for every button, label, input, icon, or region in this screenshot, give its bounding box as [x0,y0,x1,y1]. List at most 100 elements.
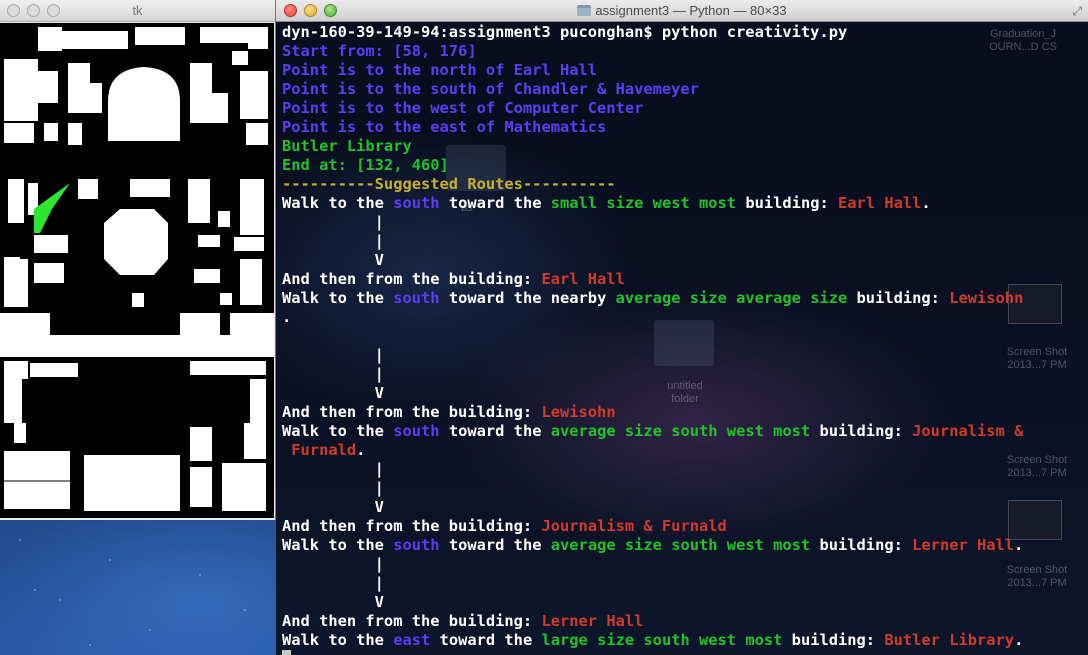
terminal-text-segment: building: [810,422,913,440]
terminal-line: Walk to the south toward the nearby aver… [282,289,1023,308]
terminal-text-segment: average size south west most [550,536,811,554]
terminal-text-segment: | [282,574,384,592]
terminal-line: | [282,460,1023,479]
terminal-text-segment: building: [782,631,885,649]
terminal-output: dyn-160-39-149-94:assignment3 puconghan$… [282,23,1023,655]
terminal-text-segment: | [282,232,384,250]
terminal-text-segment: toward the [439,536,551,554]
terminal-text-segment: | [282,365,384,383]
terminal-text-segment: | [282,555,384,573]
campus-map-canvas[interactable] [0,23,274,518]
terminal-text-segment: Point is to the south of Chandler & Have… [282,80,699,98]
terminal-text-segment: Lerner Hall [541,612,644,630]
terminal-titlebar[interactable]: assignment3 — Python — 80×33 ⤢ [276,0,1088,22]
terminal-text-segment: V [282,593,384,611]
terminal-text-segment: toward the [439,422,551,440]
terminal-body[interactable]: Graduation_J OURN...D CS as Screen Shot … [276,22,1088,655]
terminal-text-segment: south [393,194,440,212]
terminal-cursor [282,650,291,655]
terminal-line: Walk to the south toward the small size … [282,194,1023,213]
terminal-text-segment: . [356,441,366,459]
terminal-window-title: assignment3 — Python — 80×33 [276,3,1088,18]
terminal-text-segment: dyn-160-39-149-94:assignment3 puconghan$… [282,23,848,41]
terminal-text-segment: toward the [430,631,542,649]
terminal-text-segment: Walk to the [282,631,394,649]
terminal-line: ----------Suggested Routes---------- [282,175,1023,194]
terminal-line: Point is to the south of Chandler & Have… [282,80,1023,99]
terminal-window: assignment3 — Python — 80×33 ⤢ Graduatio… [276,0,1088,655]
terminal-text-segment: | [282,479,384,497]
terminal-text-segment: | [282,460,384,478]
terminal-line: End at: [132, 460] [282,156,1023,175]
terminal-line: | [282,232,1023,251]
terminal-text-segment: average size average size [615,289,848,307]
terminal-text-segment: building: [736,194,839,212]
terminal-line: | [282,555,1023,574]
terminal-text-segment: Walk to the [282,194,394,212]
tk-window-title: tk [132,3,143,18]
terminal-text-segment: | [282,213,384,231]
terminal-text-segment: building: [847,289,950,307]
terminal-line: | [282,574,1023,593]
terminal-text-segment: . [1014,631,1024,649]
terminal-text-segment: south [393,536,440,554]
terminal-line: Point is to the north of Earl Hall [282,61,1023,80]
terminal-text-segment: Earl Hall [541,270,625,288]
terminal-line: Walk to the south toward the average siz… [282,422,1023,441]
terminal-text-segment: Walk to the [282,289,394,307]
terminal-text-segment: ----------Suggested Routes---------- [282,175,616,193]
terminal-text-segment: Furnald [282,441,357,459]
terminal-text-segment: toward the [439,194,551,212]
terminal-line: | [282,479,1023,498]
terminal-title-text: assignment3 — Python — 80×33 [595,3,787,18]
tk-window: tk [0,0,276,520]
terminal-line: Point is to the west of Computer Center [282,99,1023,118]
terminal-line: | [282,365,1023,384]
terminal-line: V [282,384,1023,403]
terminal-line: Walk to the south toward the average siz… [282,536,1023,555]
terminal-text-segment: Butler Library [282,137,412,155]
terminal-line: V [282,498,1023,517]
terminal-text-segment: Walk to the [282,422,394,440]
terminal-text-segment: Start from: [58, 176] [282,42,477,60]
terminal-text-segment: large size south west most [541,631,783,649]
terminal-line: And then from the building: Lewisohn [282,403,1023,422]
terminal-text-segment: Walk to the [282,536,394,554]
terminal-text-segment: . [282,308,292,326]
terminal-text-segment: And then from the building: [282,270,542,288]
terminal-text-segment: Butler Library [884,631,1015,649]
terminal-text-segment: V [282,384,384,402]
terminal-text-segment: And then from the building: [282,517,542,535]
terminal-prompt-line[interactable] [282,650,1023,655]
terminal-text-segment: . [1014,536,1024,554]
terminal-text-segment: south [393,422,440,440]
terminal-line: V [282,251,1023,270]
terminal-text-segment: Lewisohn [949,289,1024,307]
terminal-line: | [282,346,1023,365]
tk-titlebar[interactable]: tk [0,0,275,22]
fullscreen-icon[interactable]: ⤢ [1072,4,1082,19]
terminal-text-segment: | [282,346,384,364]
terminal-text-segment: building: [810,536,913,554]
terminal-line: And then from the building: Lerner Hall [282,612,1023,631]
folder-icon [577,5,592,16]
terminal-line: Furnald. [282,441,1023,460]
terminal-text-segment: And then from the building: [282,612,542,630]
terminal-text-segment: small size west most [550,194,737,212]
terminal-text-segment: Lewisohn [541,403,616,421]
terminal-line: | [282,213,1023,232]
campus-map [0,23,274,518]
terminal-line: . [282,308,1023,327]
terminal-line: dyn-160-39-149-94:assignment3 puconghan$… [282,23,1023,42]
terminal-text-segment: Point is to the west of Computer Center [282,99,644,117]
terminal-line: Start from: [58, 176] [282,42,1023,61]
terminal-text-segment: east [393,631,431,649]
terminal-text-segment: . [921,194,931,212]
terminal-text-segment: V [282,498,384,516]
terminal-line: Point is to the east of Mathematics [282,118,1023,137]
terminal-text-segment: Point is to the east of Mathematics [282,118,607,136]
terminal-text-segment: Journalism & Furnald [541,517,727,535]
terminal-text-segment: Journalism & [912,422,1024,440]
terminal-text-segment: average size south west most [550,422,811,440]
